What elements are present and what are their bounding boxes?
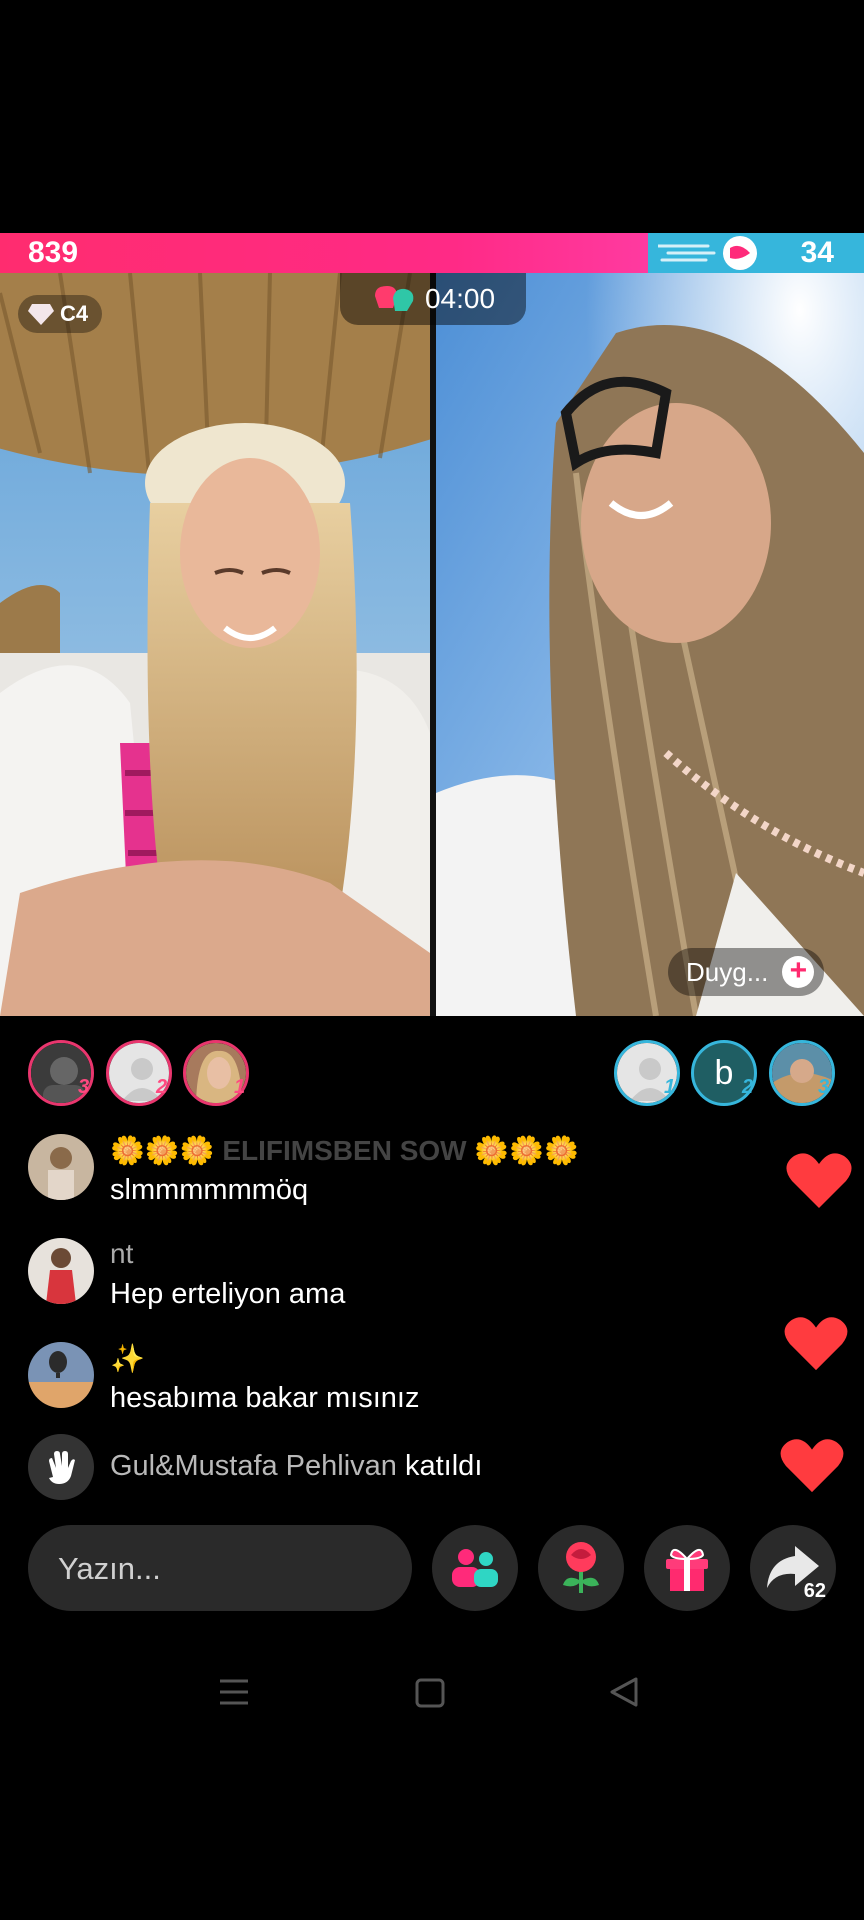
heart-icon [780, 1439, 844, 1493]
back-triangle-icon[interactable] [608, 1676, 640, 1708]
battle-timer: 04:00 [340, 273, 526, 325]
left-score: 839 [28, 236, 79, 269]
comment-item[interactable]: nt Hep erteliyon ama [28, 1238, 788, 1318]
rank-label: C4 [60, 301, 89, 326]
avatar [28, 1238, 94, 1304]
multi-guest-button[interactable] [432, 1525, 518, 1611]
supporter-rank: 3 [818, 1076, 830, 1098]
join-action: katıldı [405, 1450, 483, 1482]
opponent-video[interactable] [436, 273, 864, 1016]
comment-text: hesabıma bakar mısınız [110, 1382, 420, 1414]
comment-input[interactable]: Yazın... [28, 1525, 412, 1611]
host-video[interactable] [0, 273, 430, 1016]
share-button[interactable]: 62 [750, 1525, 836, 1611]
comment-item[interactable]: ✨ hesabıma bakar mısınız [28, 1342, 788, 1422]
left-score-fill: 839 [0, 233, 648, 273]
comment-username: ✨ [110, 1343, 145, 1374]
join-notice: Gul&Mustafa Pehlivan katıldı [28, 1434, 788, 1504]
timer-text: 04:00 [424, 283, 496, 314]
boxing-glove-icon [374, 286, 414, 311]
wave-hand-icon [28, 1434, 94, 1500]
share-count: 62 [803, 1580, 826, 1602]
streak-bolt-icon [658, 236, 757, 270]
gift-icon [666, 1548, 708, 1591]
opponent-name: Duyg... [686, 956, 769, 987]
avatar [28, 1342, 94, 1408]
right-score: 34 [800, 236, 834, 269]
supporter-rank: 3 [78, 1076, 90, 1098]
plus-icon[interactable]: + [782, 956, 815, 988]
avatar [28, 1134, 94, 1200]
heart-icon [786, 1153, 852, 1208]
comment-text: Hep erteliyon ama [110, 1278, 346, 1310]
menu-icon[interactable] [218, 1678, 250, 1706]
supporter-rank: 2 [156, 1076, 168, 1098]
heart-icon [784, 1317, 848, 1371]
supporter-rank: 1 [664, 1076, 676, 1098]
comment-text: slmmmmmmöq [110, 1174, 309, 1206]
join-text: Gul&Mustafa Pehlivan katıldı [110, 1450, 482, 1483]
gift-button[interactable] [644, 1525, 730, 1611]
rank-badge[interactable]: C4 [18, 295, 103, 333]
opponent-follow-chip[interactable]: Duyg... + [668, 948, 825, 996]
rose-gift-button[interactable] [538, 1525, 624, 1611]
people-icon [452, 1549, 498, 1587]
supporter-rank: 2 [742, 1076, 754, 1098]
home-square-icon[interactable] [415, 1678, 445, 1708]
comment-username: 🌼🌼🌼 ELIFIMSBEN SOW 🌼🌼🌼 [110, 1135, 579, 1166]
join-username: Gul&Mustafa Pehlivan [110, 1450, 397, 1482]
comment-input-placeholder: Yazın... [58, 1551, 161, 1586]
rose-icon [563, 1542, 599, 1593]
comment-username: nt [110, 1238, 134, 1269]
gem-icon [28, 304, 54, 325]
comment-item[interactable]: 🌼🌼🌼 ELIFIMSBEN SOW 🌼🌼🌼 slmmmmmmöq [28, 1134, 788, 1214]
supporter-rank: 1 [234, 1076, 246, 1098]
avatar-initial: b [714, 1053, 734, 1092]
